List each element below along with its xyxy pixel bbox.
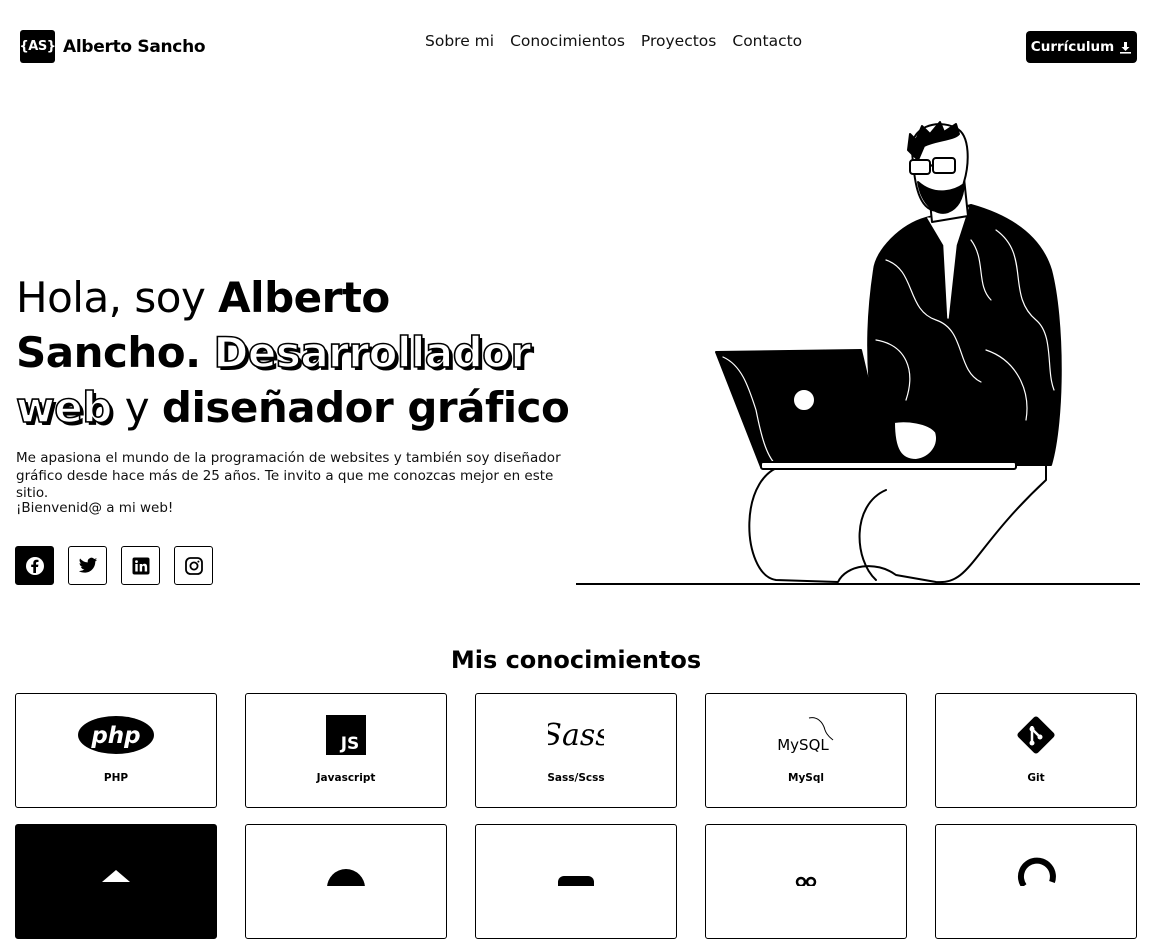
js-icon: JS (326, 715, 366, 755)
bootstrap-icon (558, 876, 594, 886)
skill-card-sass[interactable]: Sass Sass/Scss (475, 693, 677, 808)
skill-label: PHP (103, 772, 129, 784)
facebook-button[interactable] (15, 546, 54, 585)
facebook-icon (25, 556, 44, 575)
nav-proyectos[interactable]: Proyectos (641, 32, 716, 50)
svg-text:MySQL: MySQL (777, 736, 829, 754)
skill-card-g[interactable] (935, 824, 1137, 939)
skill-label: MySql (788, 772, 824, 784)
nav-sobre-mi[interactable]: Sobre mi (425, 32, 494, 50)
skills-title: Mis conocimientos (0, 646, 1152, 674)
hero-title: Hola, soy Alberto Sancho. Desarrollador … (15, 270, 576, 435)
twitter-button[interactable] (68, 546, 107, 585)
nav-conocimientos[interactable]: Conocimientos (510, 32, 625, 50)
sass-icon: Sass (548, 718, 604, 753)
figma-icon (795, 876, 817, 886)
nav-contacto[interactable]: Contacto (732, 32, 802, 50)
main-nav: Sobre mi Conocimientos Proyectos Contact… (425, 32, 802, 50)
site-header: {AS} Alberto Sancho Sobre mi Conocimient… (0, 0, 1152, 92)
curriculum-label: Currículum (1030, 39, 1115, 55)
twitter-icon (78, 557, 97, 573)
hero-title-connector: y (111, 383, 162, 432)
hero-description: Me apasiona el mundo de la programación … (16, 450, 561, 501)
skill-label: Git (1027, 772, 1045, 784)
skill-label: Sass/Scss (547, 772, 605, 784)
hero-title-intro: Hola, soy (16, 273, 219, 322)
skill-card-git[interactable]: Git (935, 693, 1137, 808)
social-links (15, 546, 213, 585)
php-icon: php (78, 716, 154, 754)
logo-text: Alberto Sancho (63, 36, 206, 57)
skill-card-mysql[interactable]: MySQL MySql (705, 693, 907, 808)
skill-card-php[interactable]: php PHP (15, 693, 217, 808)
skill-card-figma[interactable] (705, 824, 907, 939)
skills-title-light: Mis (450, 646, 506, 674)
download-icon (1120, 41, 1132, 54)
developer-illustration (576, 121, 1140, 585)
skills-title-bold: conocimientos (505, 646, 702, 674)
skill-logo-icon (1017, 857, 1056, 886)
svg-text:Sass: Sass (548, 718, 604, 753)
git-icon (1017, 716, 1055, 754)
logo[interactable]: {AS} Alberto Sancho (20, 30, 206, 63)
mysql-icon: MySQL (777, 717, 834, 754)
hero-title-role2: diseñador gráfico (161, 383, 570, 432)
skill-logo-icon (102, 870, 130, 882)
instagram-button[interactable] (174, 546, 213, 585)
instagram-icon (184, 556, 203, 575)
hero-welcome: ¡Bienvenid@ a mi web! (16, 500, 174, 516)
linkedin-icon (132, 557, 149, 574)
skill-card-javascript[interactable]: JS Javascript (245, 693, 447, 808)
skills-grid: php PHP JS Javascript Sass Sass/Scss MyS… (15, 693, 1137, 939)
logo-mark: {AS} (20, 30, 56, 63)
curriculum-button[interactable]: Currículum (1026, 31, 1137, 63)
svg-text:JS: JS (340, 734, 360, 754)
wordpress-icon (327, 869, 365, 886)
skill-card-bootstrap[interactable] (475, 824, 677, 939)
skill-card-next[interactable] (15, 824, 217, 939)
linkedin-button[interactable] (121, 546, 160, 585)
skill-card-wordpress[interactable] (245, 824, 447, 939)
svg-text:php: php (90, 723, 140, 749)
skill-label: Javascript (316, 772, 376, 784)
